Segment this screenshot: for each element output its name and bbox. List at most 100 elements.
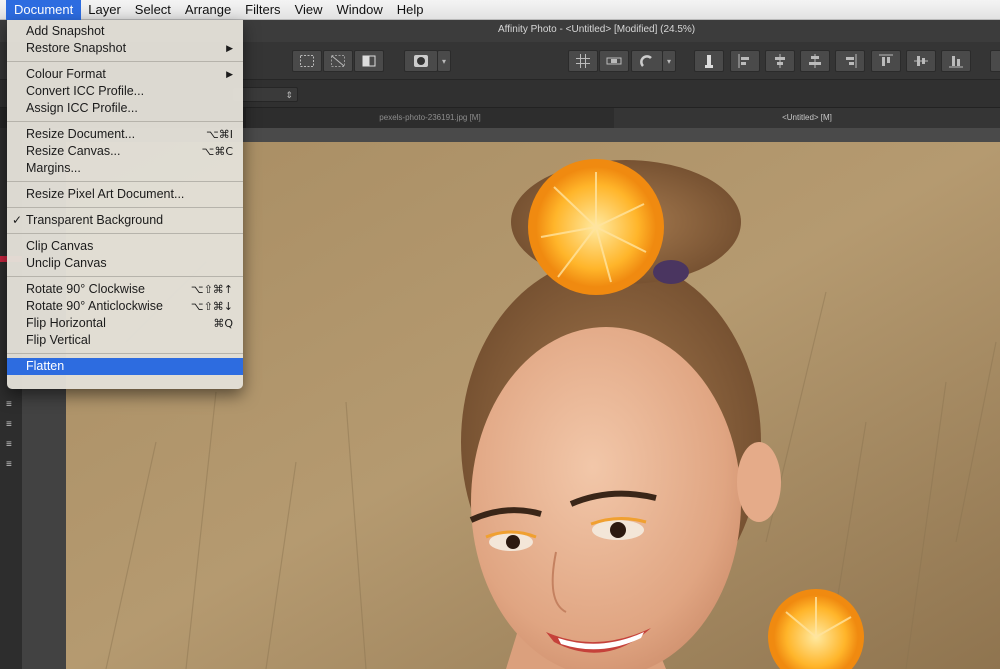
menu-item-label: Flip Vertical <box>26 333 91 347</box>
menu-item-unclip-canvas[interactable]: Unclip Canvas <box>7 255 243 272</box>
menu-item-colour-format[interactable]: Colour Format ▶ <box>7 66 243 83</box>
quick-mask-icon <box>414 55 428 67</box>
menu-item-flatten[interactable]: Flatten <box>7 358 243 375</box>
menu-item-convert-icc[interactable]: Convert ICC Profile... <box>7 83 243 100</box>
menu-item-label: Colour Format <box>26 67 106 81</box>
tab-untitled[interactable]: <Untitled> [M] <box>614 108 1000 128</box>
menu-item-label: Add Snapshot <box>26 24 105 38</box>
align-bottom-button[interactable] <box>941 50 971 72</box>
menu-item-label: Resize Canvas... <box>26 144 121 158</box>
align-middle-icon <box>809 54 821 68</box>
invert-selection-icon <box>362 55 376 67</box>
document-menu: Add Snapshot Restore Snapshot ▶ Colour Fo… <box>7 20 243 389</box>
menu-item-rotate-acw[interactable]: Rotate 90° Anticlockwise ⌥⇧⌘↓ <box>7 298 243 315</box>
menu-help[interactable]: Help <box>390 0 431 20</box>
snapping-magnet-button[interactable] <box>631 50 663 72</box>
toolbar-overflow-button[interactable] <box>990 50 1000 72</box>
menu-item-label: Margins... <box>26 161 81 175</box>
panel-menu-icon[interactable]: ≡ <box>6 440 20 450</box>
menu-separator <box>7 276 243 277</box>
panel-menu-icon[interactable]: ≡ <box>6 460 20 470</box>
menu-item-label: Convert ICC Profile... <box>26 84 145 98</box>
menu-document[interactable]: Document <box>6 0 82 20</box>
menu-item-margins[interactable]: Margins... <box>7 160 243 177</box>
align-centre-icon <box>775 54 785 68</box>
snapping-grid-button[interactable] <box>568 50 598 72</box>
menu-item-flip-horizontal[interactable]: Flip Horizontal ⌘Q <box>7 315 243 332</box>
align-right-button[interactable] <box>835 50 865 72</box>
align-top-icon <box>879 54 893 66</box>
dropdown-arrows-icon: ⇕ <box>285 90 293 100</box>
align-middle-button[interactable] <box>800 50 830 72</box>
quick-mask-dropdown[interactable]: ▾ <box>437 50 451 72</box>
menu-item-add-snapshot[interactable]: Add Snapshot <box>7 23 243 40</box>
align-left-icon <box>738 54 749 68</box>
snapping-guides-button[interactable] <box>599 50 629 72</box>
menu-separator <box>7 233 243 234</box>
menu-item-label: Assign ICC Profile... <box>26 101 138 115</box>
menu-item-shortcut: ⌥⇧⌘↑ <box>190 283 233 296</box>
align-bottom-icon <box>949 56 963 68</box>
panel-menu-icon[interactable]: ≡ <box>6 420 20 430</box>
align-centre-button[interactable] <box>765 50 795 72</box>
tab-pexels-photo[interactable]: pexels-photo-236191.jpg [M] <box>246 108 614 128</box>
invert-selection-button[interactable] <box>354 50 384 72</box>
menu-layer[interactable]: Layer <box>81 0 128 20</box>
menu-item-clip-canvas[interactable]: Clip Canvas <box>7 238 243 255</box>
window-title: Affinity Photo - <Untitled> [Modified] (… <box>498 24 696 35</box>
submenu-arrow-icon: ▶ <box>226 43 233 53</box>
checkmark-icon: ✓ <box>12 213 23 227</box>
menu-item-label: Flatten <box>26 359 65 373</box>
menu-item-label: Unclip Canvas <box>26 256 107 270</box>
snapping-dropdown[interactable]: ▾ <box>662 50 676 72</box>
align-icon <box>705 55 713 68</box>
align-top-button[interactable] <box>871 50 901 72</box>
menu-separator <box>7 181 243 182</box>
menu-item-resize-document[interactable]: Resize Document... ⌥⌘I <box>7 126 243 143</box>
marquee-icon <box>300 55 314 67</box>
menu-item-label: Transparent Background <box>26 213 164 227</box>
menu-separator <box>7 353 243 354</box>
menu-separator <box>7 121 243 122</box>
menu-item-transparent-background[interactable]: ✓ Transparent Background <box>7 212 243 229</box>
menu-item-restore-snapshot[interactable]: Restore Snapshot ▶ <box>7 40 243 57</box>
menu-item-shortcut: ⌥⌘C <box>201 145 233 158</box>
panel-menu-icon[interactable]: ≡ <box>6 400 20 410</box>
menu-item-label: Flip Horizontal <box>26 316 106 330</box>
submenu-arrow-icon: ▶ <box>226 69 233 79</box>
menu-item-label: Rotate 90° Clockwise <box>26 282 145 296</box>
menu-item-label: Resize Pixel Art Document... <box>26 187 185 201</box>
align-left-button[interactable] <box>730 50 760 72</box>
menu-bar: Document Layer Select Arrange Filters Vi… <box>0 0 1000 20</box>
marquee-select-button[interactable] <box>292 50 322 72</box>
guides-icon <box>606 57 622 65</box>
quick-mask-button[interactable] <box>404 50 438 72</box>
menu-item-shortcut: ⌥⇧⌘↓ <box>190 300 233 313</box>
menu-separator <box>7 207 243 208</box>
menu-item-label: Clip Canvas <box>26 239 94 253</box>
menu-item-rotate-cw[interactable]: Rotate 90° Clockwise ⌥⇧⌘↑ <box>7 281 243 298</box>
align-vcentre-icon <box>914 56 928 66</box>
menu-filters[interactable]: Filters <box>238 0 287 20</box>
align-vcentre-button[interactable] <box>906 50 936 72</box>
menu-view[interactable]: View <box>288 0 330 20</box>
magnet-icon <box>640 55 652 67</box>
align-options-button[interactable] <box>694 50 724 72</box>
menu-item-resize-pixel-art[interactable]: Resize Pixel Art Document... <box>7 186 243 203</box>
menu-item-resize-canvas[interactable]: Resize Canvas... ⌥⌘C <box>7 143 243 160</box>
menu-arrange[interactable]: Arrange <box>178 0 238 20</box>
menu-item-label: Resize Document... <box>26 127 136 141</box>
align-right-icon <box>846 54 857 68</box>
menu-item-shortcut: ⌥⌘I <box>206 128 233 141</box>
menu-item-flip-vertical[interactable]: Flip Vertical <box>7 332 243 349</box>
deselect-button[interactable] <box>323 50 353 72</box>
menu-item-label: Rotate 90° Anticlockwise <box>26 299 164 313</box>
menu-select[interactable]: Select <box>128 0 178 20</box>
deselect-icon <box>331 55 345 67</box>
menu-window[interactable]: Window <box>330 0 390 20</box>
grid-icon <box>576 54 590 68</box>
menu-item-label: Restore Snapshot <box>26 41 127 55</box>
menu-item-shortcut: ⌘Q <box>213 317 233 330</box>
menu-separator <box>7 61 243 62</box>
menu-item-assign-icc[interactable]: Assign ICC Profile... <box>7 100 243 117</box>
